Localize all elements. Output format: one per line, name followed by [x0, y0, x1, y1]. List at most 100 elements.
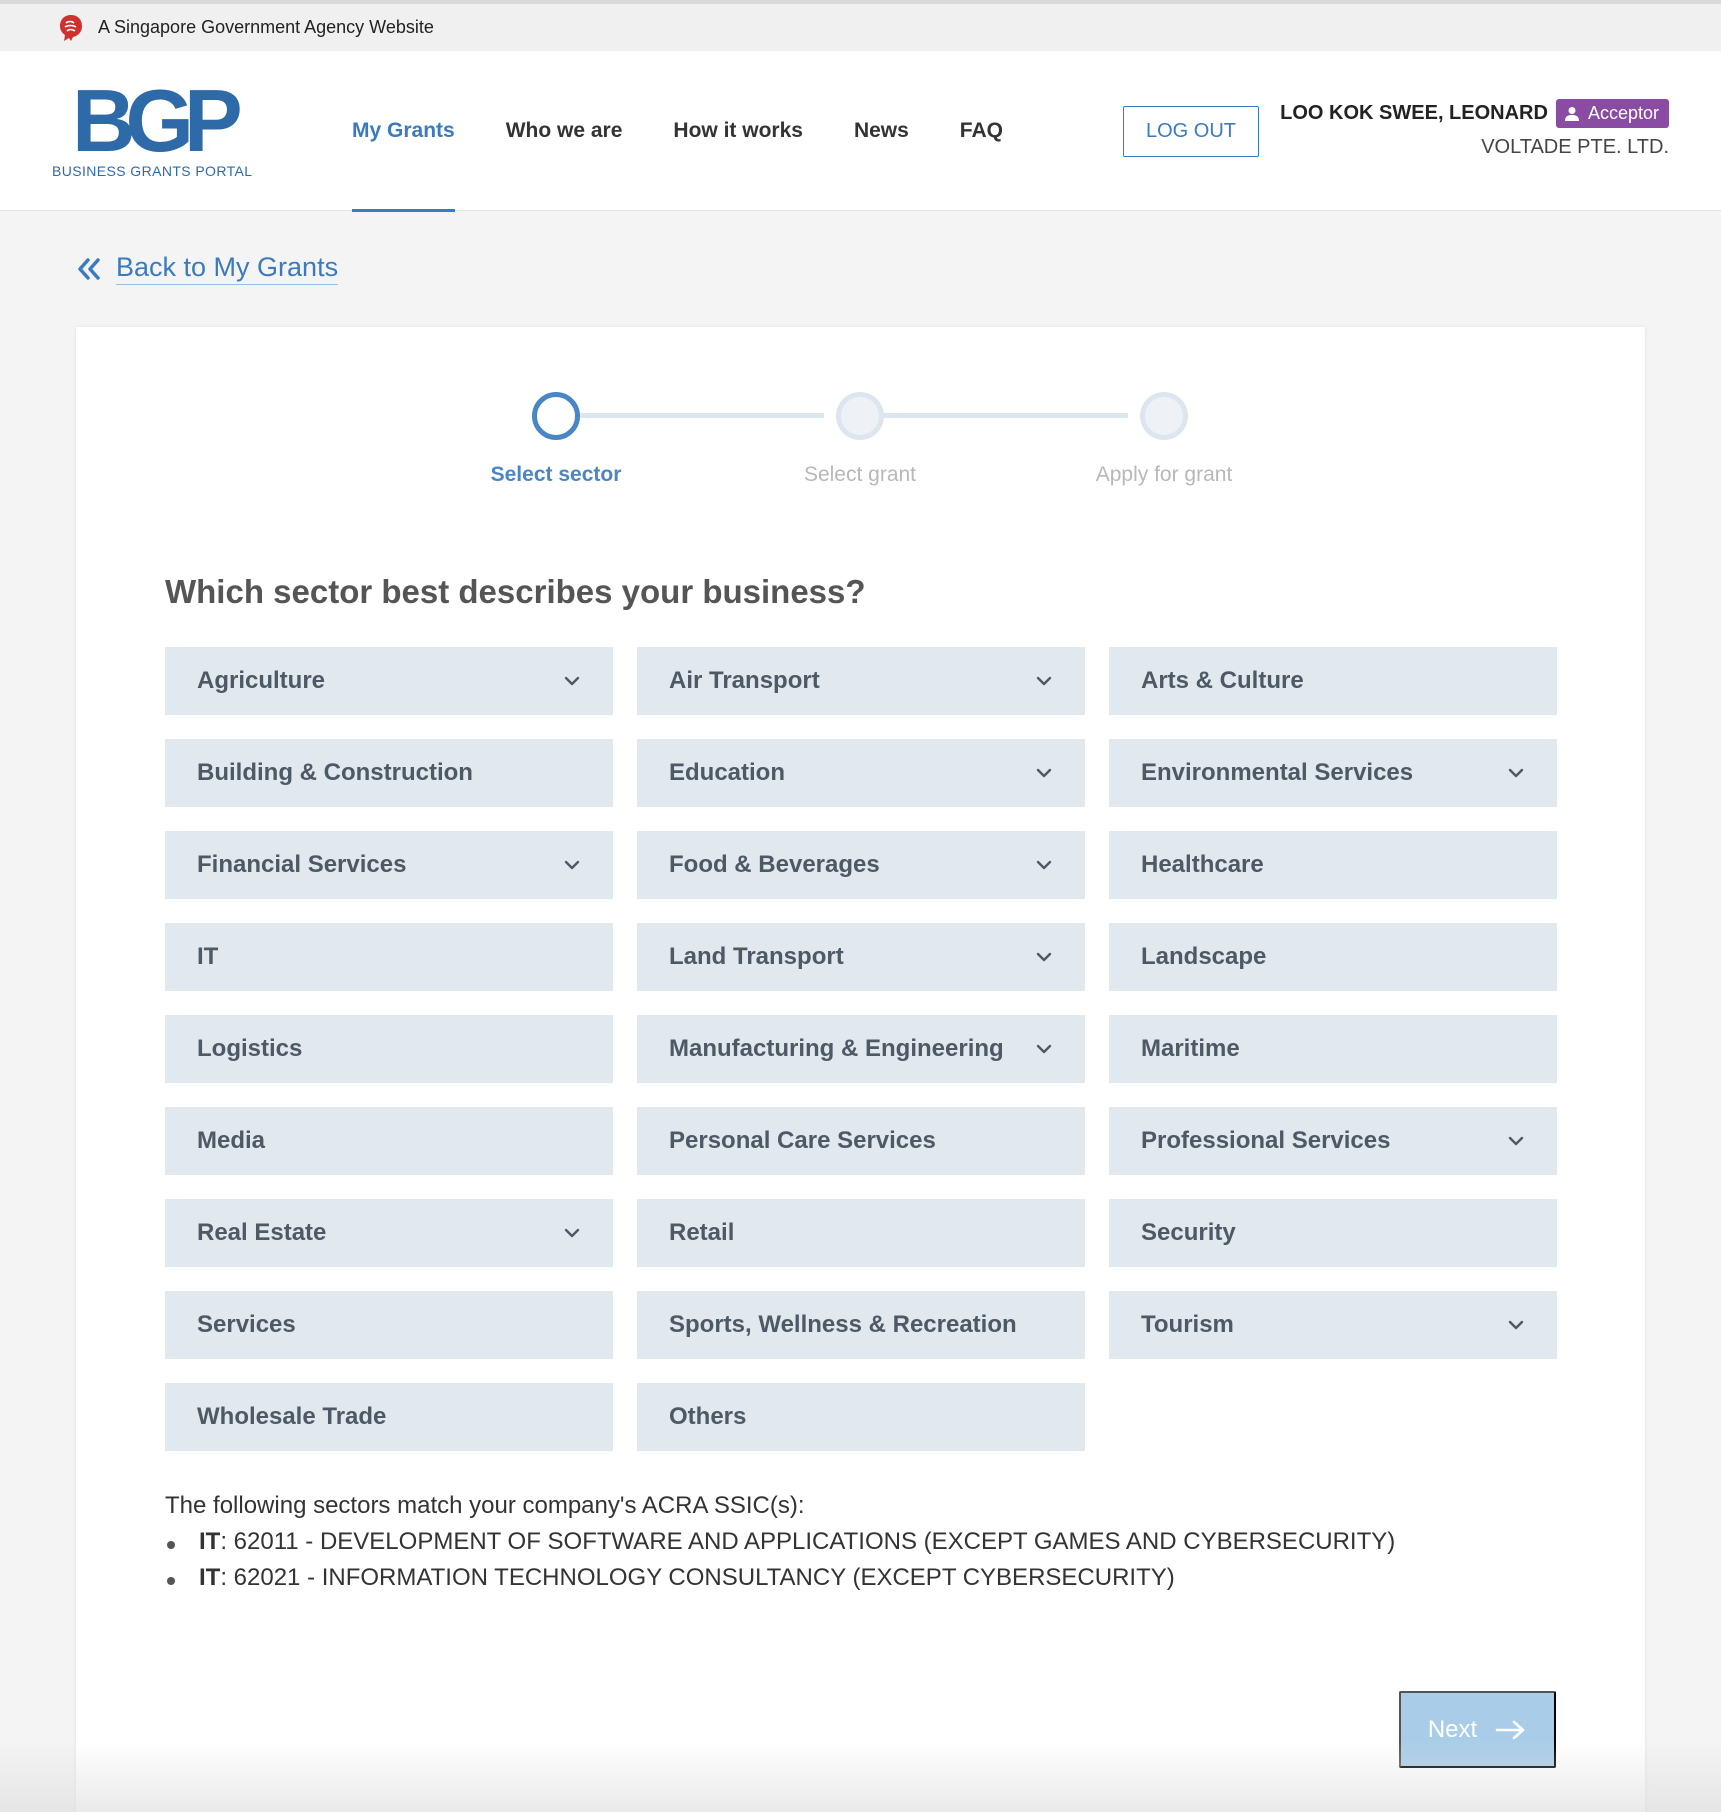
nav-my-grants[interactable]: My Grants — [352, 51, 455, 212]
sector-tourism[interactable]: Tourism — [1109, 1291, 1557, 1359]
sector-sports-wellness-and-recreation[interactable]: Sports, Wellness & Recreation — [637, 1291, 1085, 1359]
chevron-down-icon — [1036, 768, 1052, 778]
logout-button[interactable]: LOG OUT — [1123, 106, 1259, 157]
chevron-down-icon — [564, 1228, 580, 1238]
sector-label: Real Estate — [197, 1219, 327, 1246]
bgp-logo[interactable]: BGP BUSINESS GRANTS PORTAL — [52, 71, 262, 180]
sector-maritime[interactable]: Maritime — [1109, 1015, 1557, 1083]
sector-logistics[interactable]: Logistics — [165, 1015, 613, 1083]
sector-label: Sports, Wellness & Recreation — [669, 1311, 1017, 1338]
sector-label: Environmental Services — [1141, 759, 1414, 786]
user-name: LOO KOK SWEE, LEONARD — [1280, 102, 1548, 124]
main-nav: My Grants Who we are How it works News F… — [352, 51, 1054, 212]
step-label-select-sector: Select sector — [490, 463, 622, 486]
sector-wholesale-trade[interactable]: Wholesale Trade — [165, 1383, 613, 1451]
chevron-down-icon — [1036, 952, 1052, 962]
sector-air-transport[interactable]: Air Transport — [637, 647, 1085, 715]
ssic-list: IT: 62011 - DEVELOPMENT OF SOFTWARE AND … — [165, 1528, 1395, 1592]
sector-food-and-beverages[interactable]: Food & Beverages — [637, 831, 1085, 899]
ssic-sector: IT — [199, 1564, 221, 1591]
sector-label: Air Transport — [669, 667, 820, 694]
sector-it[interactable]: IT — [165, 923, 613, 991]
lion-head-icon — [60, 14, 82, 41]
sector-label: Building & Construction — [197, 759, 473, 786]
sector-label: Retail — [669, 1219, 735, 1246]
double-chevron-left-icon — [78, 257, 100, 280]
sector-media[interactable]: Media — [165, 1107, 613, 1175]
next-label: Next — [1427, 1715, 1478, 1743]
sector-grid: Agriculture Air Transport Arts & Culture Bu… — [165, 647, 1559, 1451]
sector-label: Media — [197, 1127, 266, 1154]
next-button[interactable]: Next — [1399, 1691, 1556, 1768]
logo-subtitle: BUSINESS GRANTS PORTAL — [52, 163, 253, 179]
sector-selection-card: Select sector Select grant Apply for gra… — [76, 327, 1645, 1812]
sector-land-transport[interactable]: Land Transport — [637, 923, 1085, 991]
sector-label: Logistics — [197, 1035, 303, 1062]
sector-building-and-construction[interactable]: Building & Construction — [165, 739, 613, 807]
sector-personal-care-services[interactable]: Personal Care Services — [637, 1107, 1085, 1175]
sector-label: Manufacturing & Engineering — [669, 1035, 1004, 1062]
sector-label: Financial Services — [197, 851, 407, 878]
sector-others[interactable]: Others — [637, 1383, 1085, 1451]
step-indicator-select-sector — [532, 392, 580, 440]
nav-how-it-works[interactable]: How it works — [673, 51, 803, 211]
sector-real-estate[interactable]: Real Estate — [165, 1199, 613, 1267]
nav-who-we-are[interactable]: Who we are — [506, 51, 623, 211]
sector-arts-and-culture[interactable]: Arts & Culture — [1109, 647, 1557, 715]
sector-label: IT — [197, 943, 219, 970]
step-connector — [556, 413, 824, 418]
site-header: BGP BUSINESS GRANTS PORTAL My Grants Who… — [0, 51, 1721, 212]
sector-label: Education — [669, 759, 786, 786]
gov-banner: A Singapore Government Agency Website — [0, 0, 1721, 51]
sector-label: Food & Beverages — [669, 851, 880, 878]
sector-label: Security — [1141, 1219, 1236, 1246]
sector-agriculture[interactable]: Agriculture — [165, 647, 613, 715]
ssic-code-text: : 62021 - INFORMATION TECHNOLOGY CONSULT… — [220, 1564, 1175, 1591]
nav-faq[interactable]: FAQ — [960, 51, 1003, 211]
sector-landscape[interactable]: Landscape — [1109, 923, 1557, 991]
nav-news[interactable]: News — [854, 51, 909, 211]
sector-education[interactable]: Education — [637, 739, 1085, 807]
sector-financial-services[interactable]: Financial Services — [165, 831, 613, 899]
ssic-intro: The following sectors match your company… — [165, 1492, 805, 1519]
progress-stepper: Select sector Select grant Apply for gra… — [76, 327, 1645, 507]
sector-question: Which sector best describes your busines… — [165, 573, 866, 610]
chevron-down-icon — [1508, 1320, 1524, 1330]
logo-mark: BGP — [72, 71, 243, 170]
sector-services[interactable]: Services — [165, 1291, 613, 1359]
company-name: VOLTADE PTE. LTD. — [1481, 136, 1669, 158]
ssic-sector: IT — [199, 1528, 221, 1555]
ssic-item: IT: 62021 - INFORMATION TECHNOLOGY CONSU… — [165, 1564, 1395, 1592]
sector-label: Others — [669, 1403, 747, 1430]
sector-retail[interactable]: Retail — [637, 1199, 1085, 1267]
sector-healthcare[interactable]: Healthcare — [1109, 831, 1557, 899]
chevron-down-icon — [1036, 1044, 1052, 1054]
gov-banner-text: A Singapore Government Agency Website — [98, 17, 434, 37]
arrow-right-icon — [1495, 1720, 1525, 1739]
sector-security[interactable]: Security — [1109, 1199, 1557, 1267]
sector-professional-services[interactable]: Professional Services — [1109, 1107, 1557, 1175]
person-icon — [1564, 106, 1579, 121]
role-label: Acceptor — [1587, 103, 1659, 123]
back-link-label: Back to My Grants — [116, 252, 339, 285]
ssic-match-info: The following sectors match your company… — [165, 1492, 1395, 1600]
step-label-apply-for-grant: Apply for grant — [1095, 463, 1233, 486]
sector-label: Landscape — [1141, 943, 1267, 970]
chevron-down-icon — [564, 860, 580, 870]
sector-manufacturing-and-engineering[interactable]: Manufacturing & Engineering — [637, 1015, 1085, 1083]
ssic-item: IT: 62011 - DEVELOPMENT OF SOFTWARE AND … — [165, 1528, 1395, 1556]
sector-label: Land Transport — [669, 943, 844, 970]
sector-label: Agriculture — [197, 667, 326, 694]
sector-label: Healthcare — [1141, 851, 1264, 878]
sector-environmental-services[interactable]: Environmental Services — [1109, 739, 1557, 807]
sector-label: Services — [197, 1311, 296, 1338]
step-indicator-apply-for-grant — [1140, 392, 1188, 440]
chevron-down-icon — [1036, 860, 1052, 870]
step-indicator-select-grant — [836, 392, 884, 440]
step-label-select-grant: Select grant — [803, 463, 917, 486]
back-to-my-grants-link[interactable]: Back to My Grants — [76, 252, 339, 285]
step-connector — [860, 413, 1128, 418]
sector-label: Professional Services — [1141, 1127, 1391, 1154]
sector-label: Tourism — [1141, 1311, 1234, 1338]
role-badge: Acceptor — [1555, 99, 1669, 128]
